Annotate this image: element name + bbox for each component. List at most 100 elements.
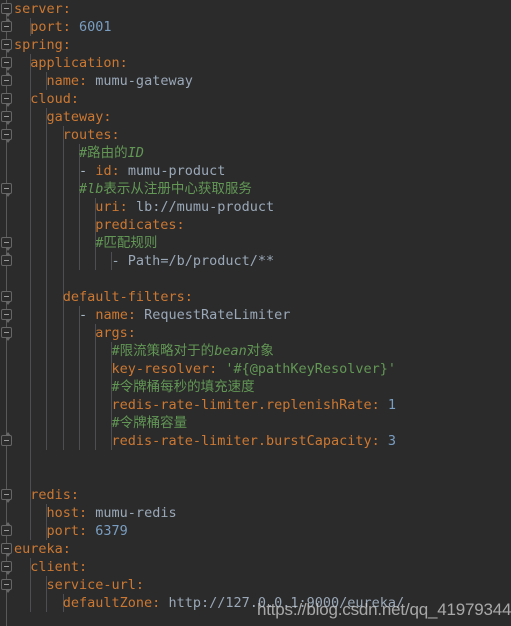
yaml-key: args: xyxy=(95,325,136,341)
code-line[interactable]: #匹配规则 xyxy=(14,234,511,252)
fold-toggle-icon[interactable] xyxy=(1,522,12,536)
code-line[interactable]: - id: mumu-product xyxy=(14,162,511,180)
code-comment: #限流策略对于的bean对象 xyxy=(111,343,274,359)
code-line[interactable]: redis-rate-limiter.replenishRate: 1 xyxy=(14,396,511,414)
yaml-key: port: xyxy=(30,19,71,35)
fold-toggle-icon[interactable] xyxy=(1,18,12,32)
fold-toggle-icon[interactable] xyxy=(1,93,12,107)
fold-toggle-icon[interactable] xyxy=(1,3,12,17)
yaml-key: routes: xyxy=(62,127,120,143)
code-line[interactable]: client: xyxy=(14,558,511,576)
yaml-key: name: xyxy=(46,73,88,89)
yaml-number-value: 6001 xyxy=(79,19,112,35)
yaml-key: default-filters: xyxy=(62,289,193,305)
list-dash: - xyxy=(79,307,88,323)
fold-toggle-icon[interactable] xyxy=(1,543,12,557)
yaml-key: name: xyxy=(95,307,136,323)
yaml-key: id: xyxy=(95,163,120,179)
code-content[interactable]: server: port: 6001 spring: application: n… xyxy=(14,0,511,626)
yaml-number-value: 1 xyxy=(387,397,397,413)
fold-toggle-icon[interactable] xyxy=(1,72,12,86)
yaml-key: redis-rate-limiter.replenishRate: xyxy=(111,397,380,413)
fold-toggle-icon[interactable] xyxy=(1,129,12,143)
code-line[interactable]: port: 6379 xyxy=(14,522,511,540)
yaml-key: server: xyxy=(14,1,71,17)
fold-toggle-icon[interactable] xyxy=(1,57,12,71)
yaml-value: lb://mumu-product xyxy=(135,199,275,215)
yaml-value: mumu-gateway xyxy=(95,73,193,89)
yaml-key: uri: xyxy=(95,199,128,215)
yaml-key: cloud: xyxy=(30,91,80,107)
code-line[interactable]: service-url: xyxy=(14,576,511,594)
fold-toggle-icon[interactable] xyxy=(1,111,12,125)
yaml-key: eureka: xyxy=(14,541,71,557)
yaml-key: port: xyxy=(46,523,88,539)
code-line[interactable]: predicates: xyxy=(14,216,511,234)
code-line[interactable]: - name: RequestRateLimiter xyxy=(14,306,511,324)
code-line[interactable]: - Path=/b/product/** xyxy=(14,252,511,270)
code-comment: #路由的ID xyxy=(79,145,144,161)
list-dash: - xyxy=(79,163,88,179)
fold-toggle-icon[interactable] xyxy=(1,327,12,341)
yaml-string-value: '#{@pathKeyResolver}' xyxy=(225,361,397,377)
yaml-key: predicates: xyxy=(95,217,185,233)
code-comment: #令牌桶容量 xyxy=(111,415,188,431)
code-line[interactable]: redis: xyxy=(14,486,511,504)
code-line[interactable]: #令牌桶容量 xyxy=(14,414,511,432)
code-line[interactable]: routes: xyxy=(14,126,511,144)
fold-toggle-icon[interactable] xyxy=(1,489,12,503)
code-line[interactable]: default-filters: xyxy=(14,288,511,306)
code-line[interactable]: key-resolver: '#{@pathKeyResolver}' xyxy=(14,360,511,378)
code-comment: #令牌桶每秒的填充速度 xyxy=(111,379,255,395)
code-line[interactable]: cloud: xyxy=(14,90,511,108)
yaml-key: redis: xyxy=(30,487,80,503)
code-editor[interactable]: server: port: 6001 spring: application: n… xyxy=(0,0,511,626)
yaml-key: application: xyxy=(30,55,128,71)
code-line[interactable]: gateway: xyxy=(14,108,511,126)
code-line[interactable]: args: xyxy=(14,324,511,342)
yaml-key: gateway: xyxy=(46,109,112,125)
yaml-key: host: xyxy=(46,505,88,521)
code-line[interactable]: uri: lb://mumu-product xyxy=(14,198,511,216)
code-line[interactable]: eureka: xyxy=(14,540,511,558)
watermark-text: https://blog.csdn.net/qq_41979344 xyxy=(257,600,511,619)
yaml-key: key-resolver: xyxy=(111,361,218,377)
code-line[interactable]: #限流策略对于的bean对象 xyxy=(14,342,511,360)
fold-toggle-icon[interactable] xyxy=(1,561,12,575)
code-comment: #匹配规则 xyxy=(95,235,158,251)
code-line[interactable]: spring: xyxy=(14,36,511,54)
yaml-number-value: 6379 xyxy=(95,523,128,539)
code-line[interactable]: #令牌桶每秒的填充速度 xyxy=(14,378,511,396)
code-line[interactable] xyxy=(14,468,511,486)
code-line[interactable]: port: 6001 xyxy=(14,18,511,36)
code-line[interactable]: #lb表示从注册中心获取服务 xyxy=(14,180,511,198)
yaml-key: service-url: xyxy=(46,577,145,593)
fold-toggle-icon[interactable] xyxy=(1,39,12,53)
code-line[interactable]: application: xyxy=(14,54,511,72)
code-line[interactable]: server: xyxy=(14,0,511,18)
code-line[interactable]: #路由的ID xyxy=(14,144,511,162)
code-comment: #lb表示从注册中心获取服务 xyxy=(79,181,252,197)
yaml-key: client: xyxy=(30,559,88,575)
yaml-key: defaultZone: xyxy=(62,595,161,611)
yaml-key: redis-rate-limiter.burstCapacity: xyxy=(111,433,380,449)
fold-gutter[interactable] xyxy=(0,0,14,626)
fold-toggle-icon[interactable] xyxy=(1,579,12,593)
yaml-value: mumu-redis xyxy=(95,505,177,521)
yaml-key: spring: xyxy=(14,37,71,53)
code-line[interactable] xyxy=(14,450,511,468)
fold-toggle-icon[interactable] xyxy=(1,309,12,323)
fold-toggle-icon[interactable] xyxy=(1,291,12,305)
fold-toggle-icon[interactable] xyxy=(1,183,12,197)
fold-toggle-icon[interactable] xyxy=(1,432,12,446)
yaml-value: mumu-product xyxy=(127,163,226,179)
code-line[interactable]: host: mumu-redis xyxy=(14,504,511,522)
yaml-number-value: 3 xyxy=(387,433,397,449)
code-line[interactable] xyxy=(14,270,511,288)
code-line[interactable]: name: mumu-gateway xyxy=(14,72,511,90)
fold-toggle-icon[interactable] xyxy=(1,252,12,266)
code-line[interactable]: redis-rate-limiter.burstCapacity: 3 xyxy=(14,432,511,450)
code-predicate-entry: - Path=/b/product/** xyxy=(111,253,275,269)
fold-toggle-icon[interactable] xyxy=(1,237,12,251)
yaml-value: RequestRateLimiter xyxy=(144,307,291,323)
